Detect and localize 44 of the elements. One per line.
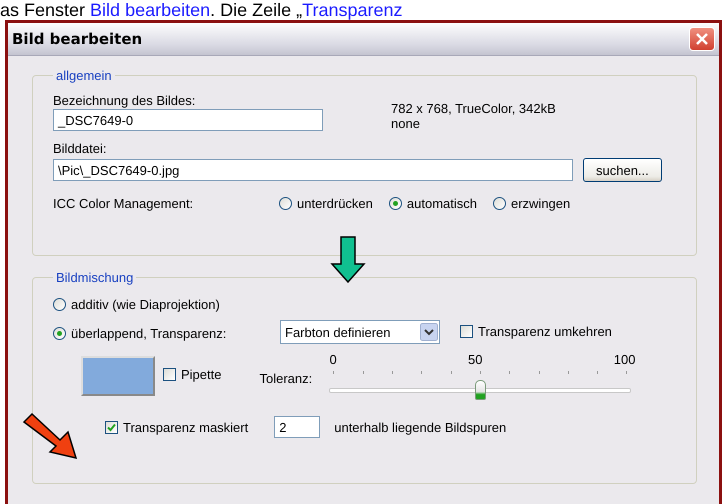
info-text: none: [391, 116, 421, 131]
field-label: Bilddatei:: [53, 141, 108, 156]
color-swatch[interactable]: [81, 356, 155, 396]
checkbox[interactable]: [105, 420, 118, 434]
window-title: Bild bearbeiten: [12, 30, 142, 48]
browse-button[interactable]: suchen...: [583, 158, 662, 182]
radio-button[interactable]: [492, 197, 506, 210]
down-arrow-icon: [330, 236, 366, 284]
slider-label: Toleranz:: [259, 371, 314, 386]
caption-text: as Fenster Bild bearbeiten. Die Zeile „Transparenz: [0, 0, 404, 20]
radio-option[interactable]: unterdrücken: [279, 196, 373, 211]
input-field[interactable]: _DSC7649-0: [53, 109, 323, 131]
check-icon: [107, 422, 116, 432]
radio-option[interactable]: erzwingen: [492, 196, 570, 211]
group-title: allgemein: [55, 68, 113, 83]
field-label: unterhalb liegende Bildspuren: [334, 420, 506, 434]
slider-thumb[interactable]: [475, 380, 486, 400]
checkbox[interactable]: [163, 368, 176, 381]
radio-option[interactable]: automatisch: [388, 196, 477, 211]
radio-option[interactable]: überlappend, Transparenz:: [53, 326, 226, 340]
close-icon: [695, 32, 709, 46]
checkbox-option[interactable]: Transparenz umkehren: [460, 324, 612, 338]
dropdown[interactable]: Farbton definieren: [280, 320, 440, 344]
field-label: Bezeichnung des Bildes:: [53, 93, 196, 108]
checkbox[interactable]: [460, 324, 473, 338]
input-field[interactable]: 2: [274, 416, 320, 438]
radio-button[interactable]: [388, 197, 402, 210]
radio-button[interactable]: [53, 298, 66, 311]
tick-label: 0: [329, 352, 337, 367]
radio-button[interactable]: [53, 326, 66, 340]
caption-link[interactable]: Bild bearbeiten: [90, 0, 210, 20]
info-text: 782 x 768, TrueColor, 342kB: [391, 101, 556, 116]
radio-option[interactable]: additiv (wie Diaprojektion): [53, 297, 220, 312]
input-field[interactable]: \Pic\_DSC7649-0.jpg: [53, 159, 573, 181]
tick-label: 100: [614, 352, 636, 367]
radio-button[interactable]: [279, 197, 292, 210]
checkbox-option[interactable]: Transparenz maskiert: [105, 420, 248, 434]
close-button[interactable]: [689, 27, 715, 51]
caption-link[interactable]: Transparenz: [302, 0, 403, 20]
group-title: Bildmischung: [55, 270, 134, 285]
checkbox-option[interactable]: Pipette: [163, 367, 222, 382]
field-label: ICC Color Management:: [53, 196, 194, 211]
tick-label: 50: [468, 352, 482, 367]
diagonal-arrow-icon: [22, 412, 78, 460]
